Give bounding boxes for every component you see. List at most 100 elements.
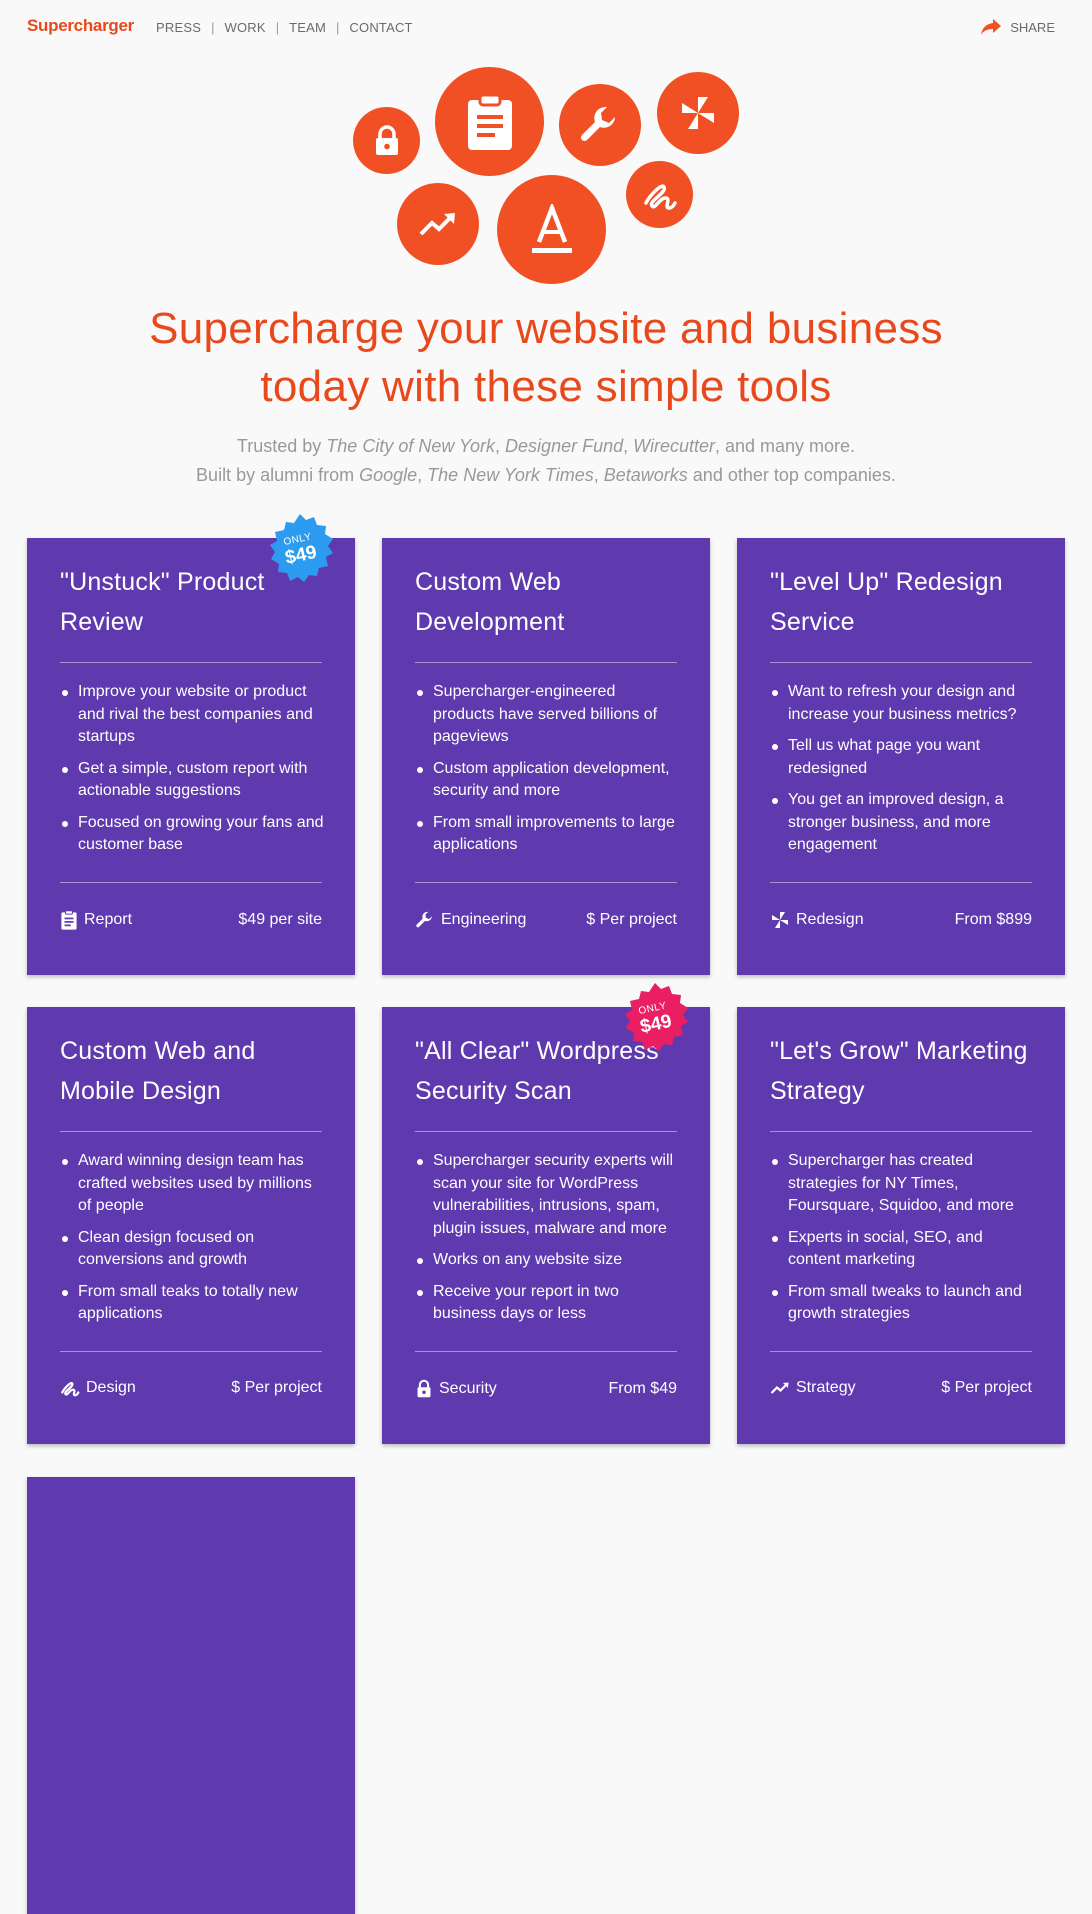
clipboard-icon [61,910,77,930]
card-bullet: Receive your report in two business days… [415,1281,680,1326]
built-line: Built by alumni from Google, The New Yor… [0,461,1092,490]
card-tag-label: Redesign [796,911,864,928]
card-price: $ Per project [941,1379,1032,1396]
card-price: $ Per project [231,1379,322,1396]
gesture-icon [626,161,693,228]
gesture-icon [61,1382,80,1397]
card-title: "Level Up" Redesign Service [770,568,1003,636]
built-prefix: Built by alumni from [196,465,360,485]
card-tag-label: Report [84,911,133,928]
wrench-icon [559,84,641,166]
card-bullet: Tell us what page you want redesigned [770,735,1035,780]
separator: , [623,436,634,456]
card-bullet: Supercharger-engineered products have se… [415,681,680,749]
card-price: From $49 [608,1380,677,1397]
pinwheel-icon [772,912,788,928]
trending-up-icon [770,1382,789,1394]
service-card-marketing-strategy[interactable]: "Let's Grow" Marketing Strategy Supercha… [737,1007,1065,1444]
price-badge: ONLY $49 [617,981,693,1057]
divider [60,662,322,663]
card-bullet: Get a simple, custom report with actiona… [60,758,325,803]
logo[interactable]: Supercharger [27,16,134,36]
alumni-company: Betaworks [603,465,688,485]
headline-line-2: today with these simple tools [260,362,832,411]
pinwheel-icon [657,72,739,154]
badge-text: ONLY $49 [281,531,319,569]
card-bullet: Clean design focused on conversions and … [60,1227,325,1272]
top-nav: PRESS | WORK | TEAM | CONTACT [156,20,413,35]
divider [415,662,677,663]
card-tag: Security [415,1379,497,1399]
card-bullet: You get an improved design, a stronger b… [770,789,1035,857]
service-card-partial[interactable] [27,1477,355,1914]
nav-work[interactable]: WORK [224,20,265,35]
card-footer: Engineering $ Per project [415,910,677,930]
card-bullet: Improve your website or product and riva… [60,681,325,749]
divider [60,882,322,883]
service-card-design[interactable]: Custom Web and Mobile Design Award winni… [27,1007,355,1444]
hero-headline: Supercharge your website and business to… [0,300,1092,416]
share-label: SHARE [1010,19,1055,35]
card-bullet: Supercharger security experts will scan … [415,1150,680,1241]
nav-divider: | [336,20,340,35]
service-card-security-scan[interactable]: "All Clear" Wordpress Security Scan Supe… [382,1007,710,1444]
card-bullet: Custom application development, security… [415,758,680,803]
card-tag: Engineering [415,910,526,930]
card-title: Custom Web Development [415,568,565,636]
card-footer: Design $ Per project [60,1379,322,1397]
lock-icon [417,1379,431,1398]
nav-divider: | [211,20,215,35]
card-tag-label: Security [439,1380,497,1397]
card-price: $ Per project [586,911,677,928]
divider [415,1351,677,1352]
divider [60,1351,322,1352]
nav-press[interactable]: PRESS [156,20,201,35]
hero-subline: Trusted by The City of New York, Designe… [0,432,1092,490]
trusted-client: The City of New York [326,436,496,456]
service-card-product-review[interactable]: "Unstuck" Product Review Improve your we… [27,538,355,975]
card-bullet: Award winning design team has crafted we… [60,1150,325,1218]
trending-up-icon [397,183,479,265]
card-bullet: Supercharger has created strategies for … [770,1150,1035,1218]
card-tag-label: Engineering [441,911,527,928]
card-tag: Strategy [770,1379,856,1397]
card-title: "Let's Grow" Marketing Strategy [770,1037,1028,1105]
card-footer: Report $49 per site [60,910,322,930]
card-bullet: From small tweaks to launch and growth s… [770,1281,1035,1326]
share-button[interactable]: SHARE [980,18,1055,36]
trusted-client: Designer Fund [505,436,624,456]
built-suffix: and other top companies. [687,465,896,485]
card-tag: Redesign [770,910,864,930]
nav-team[interactable]: TEAM [289,20,326,35]
card-footer: Security From $49 [415,1379,677,1399]
divider [415,882,677,883]
card-bullets: Supercharger-engineered products have se… [415,681,680,866]
card-tag: Design [60,1379,136,1397]
card-bullets: Supercharger security experts will scan … [415,1150,680,1335]
card-tag-label: Strategy [796,1379,856,1396]
card-bullets: Award winning design team has crafted we… [60,1150,325,1335]
service-card-web-development[interactable]: Custom Web Development Supercharger-engi… [382,538,710,975]
lock-icon [353,107,420,174]
trusted-line: Trusted by The City of New York, Designe… [0,432,1092,461]
text-format-icon [497,175,606,284]
separator: , [417,465,428,485]
card-footer: Strategy $ Per project [770,1379,1032,1397]
nav-contact[interactable]: CONTACT [349,20,412,35]
clipboard-icon [435,67,544,176]
divider [770,662,1032,663]
nav-divider: | [275,20,280,35]
card-footer: Redesign From $899 [770,910,1032,930]
card-bullet: Focused on growing your fans and custome… [60,812,325,857]
headline-line-1: Supercharge your website and business [149,304,943,353]
alumni-company: Google [359,465,418,485]
card-bullets: Improve your website or product and riva… [60,681,325,866]
divider [60,1131,322,1132]
share-arrow-icon [981,19,1002,35]
price-badge: ONLY $49 [262,512,338,588]
card-price: $49 per site [238,911,322,928]
service-card-redesign[interactable]: "Level Up" Redesign Service Want to refr… [737,538,1065,975]
separator: , [495,436,506,456]
card-price: From $899 [954,911,1032,928]
card-bullet: Want to refresh your design and increase… [770,681,1035,726]
